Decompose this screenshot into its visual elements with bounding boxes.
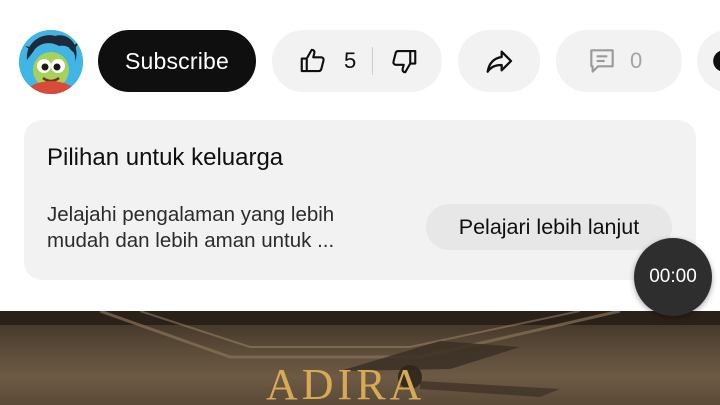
- more-actions-button[interactable]: [697, 30, 720, 92]
- thumbnail-brand-text: ADIRA: [266, 360, 426, 405]
- family-options-card: Pilihan untuk keluarga Jelajahi pengalam…: [24, 120, 696, 280]
- like-count: 5: [344, 48, 357, 73]
- channel-avatar[interactable]: [19, 30, 83, 94]
- comment-count: 0: [630, 48, 643, 73]
- comments-button[interactable]: 0: [556, 30, 682, 92]
- info-icon: [713, 50, 720, 72]
- card-description-line-2: mudah dan lebih aman untuk ...: [47, 229, 335, 252]
- learn-more-button[interactable]: Pelajari lebih lanjut: [426, 204, 672, 250]
- share-button[interactable]: [458, 30, 540, 92]
- like-dislike-group: 5: [272, 30, 442, 92]
- thumbs-up-icon: [300, 48, 325, 73]
- thumbs-down-icon: [392, 49, 417, 74]
- comment-icon: [590, 49, 614, 73]
- card-description-line-1: Jelajahi pengalaman yang lebih: [47, 203, 335, 226]
- card-title: Pilihan untuk keluarga: [47, 144, 284, 171]
- share-icon: [486, 50, 513, 73]
- video-watch-page: Subscribe 5 0 Pilihan untuk keluarga Jel…: [0, 0, 720, 405]
- video-thumbnail[interactable]: ADIRA: [0, 311, 720, 405]
- like-button[interactable]: 5: [272, 30, 356, 92]
- floating-timer-badge[interactable]: 00:00: [634, 238, 712, 316]
- dislike-button[interactable]: [373, 30, 419, 92]
- truncated-title-strip: [0, 0, 720, 12]
- subscribe-button[interactable]: Subscribe: [98, 30, 256, 92]
- card-description: Jelajahi pengalaman yang lebih mudah dan…: [47, 202, 407, 254]
- cartoon-character-avatar-icon: [19, 30, 83, 94]
